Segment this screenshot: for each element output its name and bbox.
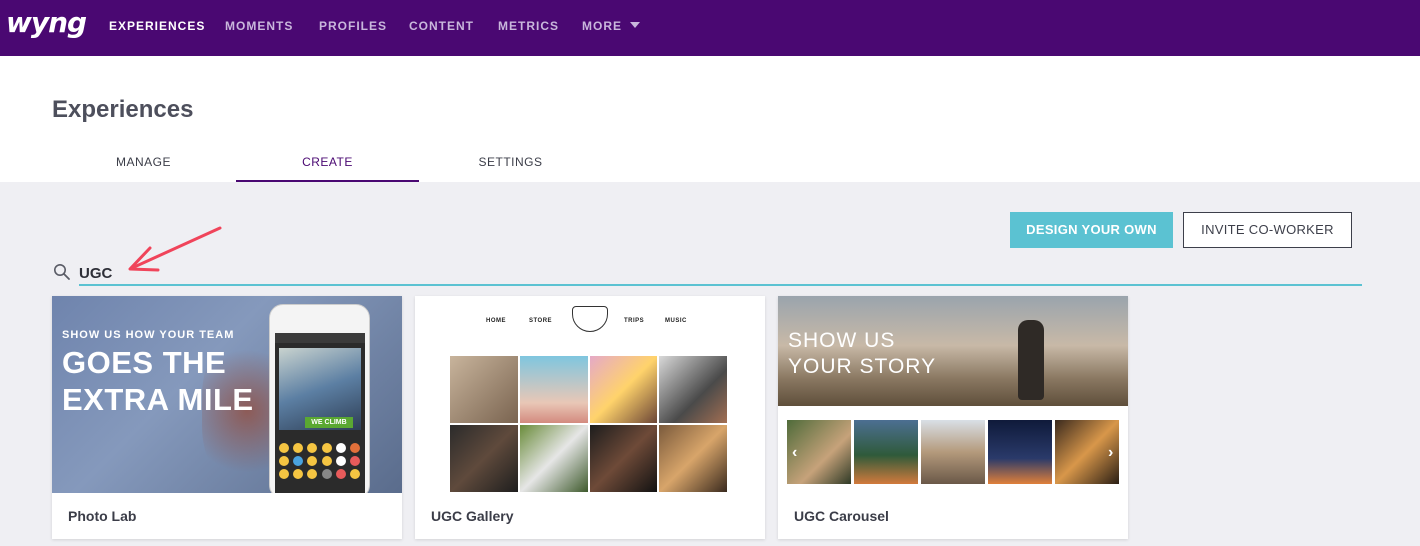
ugc-carousel-thumbnail: SHOW US YOUR STORY ‹ ›: [778, 296, 1128, 493]
thumb-nav-trips: TRIPS: [624, 318, 645, 324]
design-your-own-button[interactable]: DESIGN YOUR OWN: [1010, 212, 1173, 248]
ugc-gallery-thumbnail: HOME STORE TRIPS MUSIC: [415, 296, 765, 493]
invite-co-worker-button[interactable]: INVITE CO-WORKER: [1183, 212, 1352, 248]
search-icon[interactable]: [53, 263, 71, 281]
tab-settings[interactable]: SETTINGS: [419, 155, 602, 182]
search-input[interactable]: [79, 258, 1362, 286]
tab-manage[interactable]: MANAGE: [52, 155, 235, 182]
hiker-figure: [1018, 320, 1044, 400]
caret-down-icon: [630, 22, 640, 28]
nav-item-metrics[interactable]: METRICS: [498, 19, 559, 33]
card-label: UGC Gallery: [431, 508, 514, 524]
thumb-nav-home: HOME: [486, 318, 506, 324]
thumb-nav-store: STORE: [529, 318, 553, 324]
template-card-ugc-carousel[interactable]: SHOW US YOUR STORY ‹ › UGC Carousel: [778, 296, 1128, 539]
template-card-ugc-gallery[interactable]: HOME STORE TRIPS MUSIC UGC Gallery: [415, 296, 765, 539]
page-title: Experiences: [52, 96, 194, 123]
wyng-logo[interactable]: wyng: [6, 6, 87, 39]
nav-item-profiles[interactable]: PROFILES: [319, 19, 387, 33]
search-bar: [52, 258, 1362, 288]
template-card-photo-lab[interactable]: SHOW US HOW YOUR TEAM GOES THE EXTRA MIL…: [52, 296, 402, 539]
nav-item-more-label: MORE: [582, 19, 622, 33]
phone-tag: WE CLIMB: [305, 417, 353, 428]
thumb-nav-music: MUSIC: [665, 318, 687, 324]
card-label: Photo Lab: [68, 508, 137, 524]
phone-mockup: WE CLIMB: [269, 304, 370, 493]
nav-item-moments[interactable]: MOMENTS: [225, 19, 293, 33]
card-label: UGC Carousel: [794, 508, 889, 524]
sticker-grid: [279, 443, 361, 479]
thumbnail-headline: GOES THE EXTRA MILE: [62, 345, 254, 417]
photo-lab-thumbnail: SHOW US HOW YOUR TEAM GOES THE EXTRA MIL…: [52, 296, 402, 493]
photo-grid: [450, 356, 727, 492]
nav-item-more[interactable]: MORE: [582, 19, 640, 33]
thumbnail-headline: SHOW US YOUR STORY: [788, 329, 937, 378]
mountain-badge-icon: [572, 306, 608, 332]
top-nav: wyng EXPERIENCES MOMENTS PROFILES CONTEN…: [0, 0, 1420, 56]
carousel-prev-icon[interactable]: ‹: [792, 444, 797, 462]
nav-item-experiences[interactable]: EXPERIENCES: [109, 19, 205, 33]
nav-item-content[interactable]: CONTENT: [409, 19, 474, 33]
tab-create[interactable]: CREATE: [236, 155, 419, 182]
carousel-next-icon[interactable]: ›: [1108, 444, 1113, 462]
thumbnail-subtitle: SHOW US HOW YOUR TEAM: [62, 329, 235, 341]
carousel-strip: [787, 420, 1119, 484]
page-header: Experiences MANAGE CREATE SETTINGS: [0, 56, 1420, 182]
